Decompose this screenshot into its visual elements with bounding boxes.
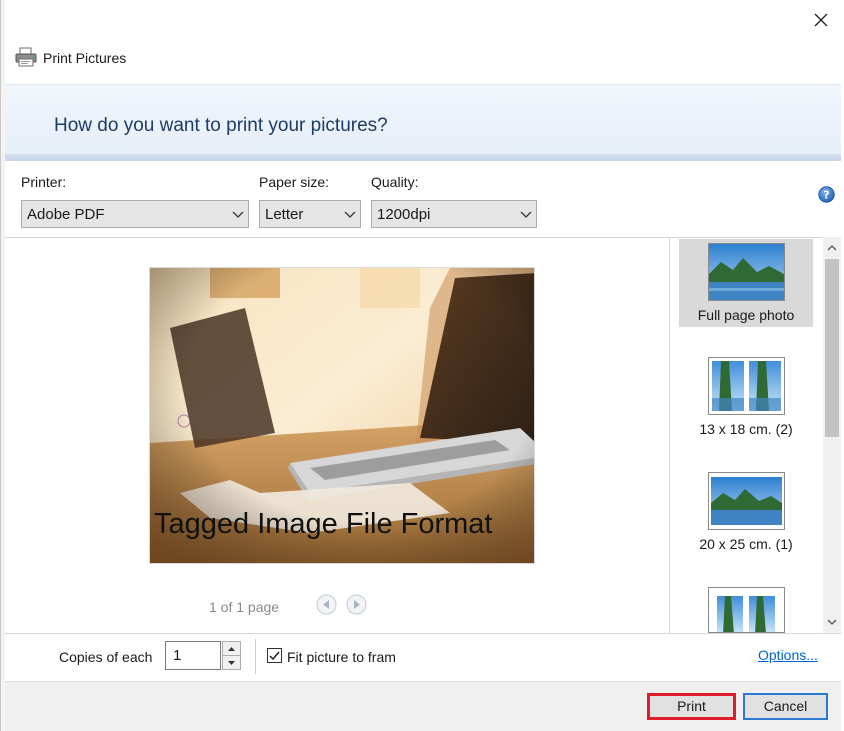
- layout-thumbnail: [708, 243, 785, 301]
- landscape-thumbnail-image: [709, 473, 784, 529]
- cancel-button[interactable]: Cancel: [743, 693, 828, 720]
- copies-label: Copies of each: [59, 649, 153, 665]
- chevron-down-icon: [344, 211, 356, 218]
- layouts-scrollbar[interactable]: [823, 237, 841, 633]
- page-indicator: 1 of 1 page: [209, 599, 280, 615]
- arrow-right-icon[interactable]: [346, 594, 367, 615]
- layout-label: 20 x 25 cm. (1): [699, 536, 793, 552]
- two-portrait-thumbnail-image: [709, 358, 784, 414]
- scrollbar-thumb[interactable]: [825, 259, 839, 437]
- paper-size-value: Letter: [265, 206, 304, 223]
- printer-select[interactable]: Adobe PDF: [21, 200, 249, 228]
- banner-heading: How do you want to print your pictures?: [54, 115, 388, 136]
- stepper-down-icon[interactable]: [223, 656, 240, 670]
- layout-partial-item[interactable]: [679, 583, 813, 633]
- close-icon[interactable]: [811, 10, 831, 30]
- photo-caption: Tagged Image File Format: [154, 508, 493, 540]
- title-bar: Print Pictures: [5, 0, 844, 84]
- paper-size-select[interactable]: Letter: [259, 200, 361, 228]
- layout-label: 13 x 18 cm. (2): [699, 421, 793, 437]
- window-title: Print Pictures: [43, 50, 127, 66]
- quality-value: 1200dpi: [377, 206, 431, 223]
- preview-photo: Tagged Image File Format: [149, 267, 535, 564]
- options-divider: [255, 639, 256, 674]
- print-pictures-dialog: Print Pictures How do you want to print …: [0, 0, 844, 731]
- quality-select[interactable]: 1200dpi: [371, 200, 537, 228]
- help-icon[interactable]: ?: [818, 186, 835, 203]
- printer-value: Adobe PDF: [27, 206, 105, 223]
- layout-label: Full page photo: [697, 307, 795, 323]
- header-banner: How do you want to print your pictures?: [5, 84, 841, 154]
- quality-label: Quality:: [371, 174, 419, 190]
- chevron-down-icon: [232, 211, 244, 218]
- paper-size-label: Paper size:: [259, 174, 330, 190]
- banner-divider: [5, 154, 841, 161]
- print-button[interactable]: Print: [647, 693, 736, 720]
- portrait-thumbnail-image: [709, 588, 784, 632]
- checkmark-icon: [269, 651, 280, 661]
- fit-picture-checkbox[interactable]: [267, 648, 282, 663]
- arrow-left-icon[interactable]: [316, 594, 337, 615]
- layout-thumbnail: [708, 472, 785, 530]
- printer-label: Printer:: [21, 174, 67, 190]
- copies-stepper[interactable]: [222, 641, 241, 670]
- layout-20x25-one[interactable]: 20 x 25 cm. (1): [679, 468, 813, 556]
- stepper-up-icon[interactable]: [223, 642, 240, 656]
- chevron-up-icon[interactable]: [823, 239, 841, 257]
- layout-thumbnail: [708, 357, 785, 415]
- fit-picture-label[interactable]: Fit picture to fram: [287, 649, 396, 665]
- printer-icon: [15, 47, 37, 67]
- layout-full-page-photo[interactable]: Full page photo: [679, 239, 813, 327]
- options-link[interactable]: Options...: [758, 647, 818, 663]
- chevron-down-icon: [520, 211, 532, 218]
- chevron-down-icon[interactable]: [823, 613, 841, 631]
- copies-input[interactable]: [165, 641, 221, 670]
- layout-thumbnail: [708, 587, 785, 633]
- svg-text:?: ?: [823, 189, 829, 202]
- landscape-thumbnail-image: [709, 244, 784, 300]
- layout-13x18-two[interactable]: 13 x 18 cm. (2): [679, 353, 813, 441]
